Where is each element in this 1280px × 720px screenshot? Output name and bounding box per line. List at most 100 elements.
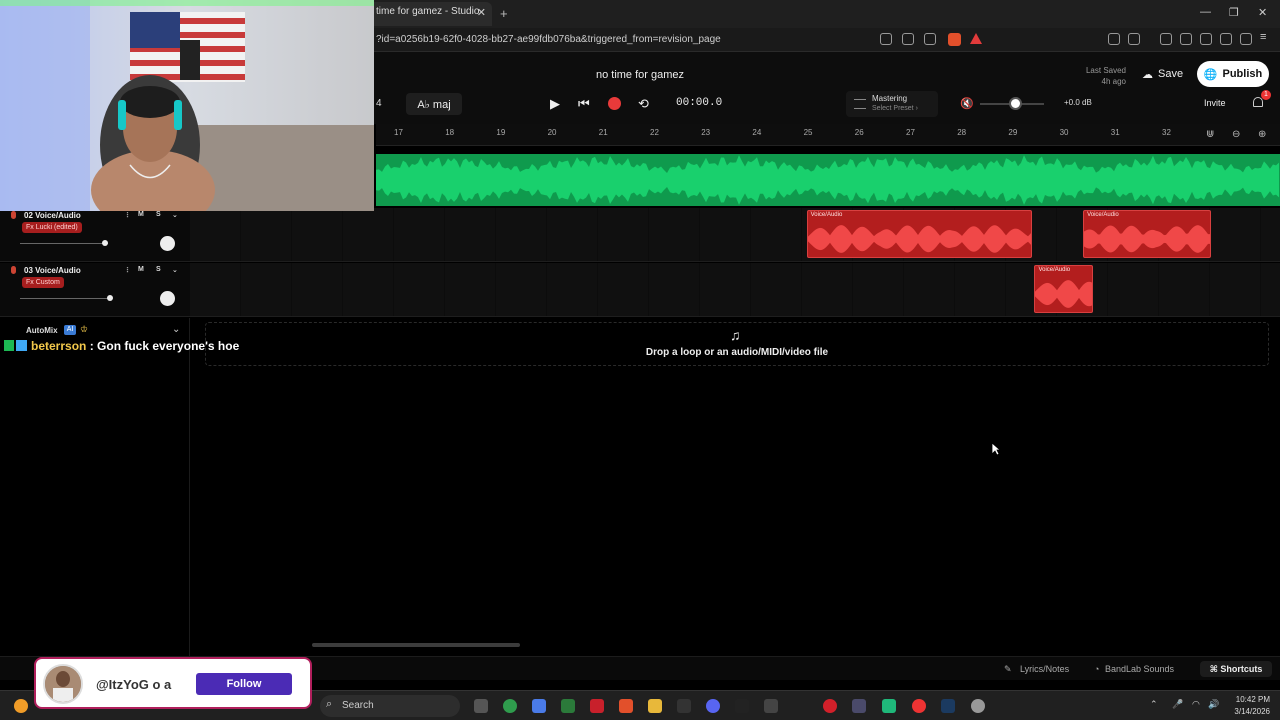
track-03-name[interactable]: 03 Voice/Audio [24, 266, 81, 275]
track-02-pan-knob[interactable] [160, 236, 175, 251]
settings-icon[interactable] [971, 699, 985, 713]
track-01-waveform[interactable] [376, 154, 1280, 206]
save-button[interactable]: ☁ Save [1136, 63, 1189, 85]
ruler-tick: 24 [752, 128, 762, 137]
copilot-icon[interactable] [532, 699, 546, 713]
chevron-down-icon[interactable]: ⌄ [172, 266, 178, 274]
extensions-icon[interactable] [1108, 33, 1120, 45]
sidebar-icon[interactable] [1180, 33, 1192, 45]
capcut-icon[interactable] [677, 699, 691, 713]
brave-icon[interactable] [619, 699, 633, 713]
track-03-solo[interactable]: S [156, 266, 161, 273]
microphone-icon[interactable]: 🎤 [1172, 699, 1183, 710]
task-view-icon[interactable] [474, 699, 488, 713]
skip-back-icon[interactable]: ⏮ [578, 96, 590, 112]
track-02-solo[interactable]: S [156, 211, 161, 218]
chevron-down-icon[interactable]: ⌄ [172, 211, 178, 219]
vpn-icon[interactable] [1240, 33, 1252, 45]
audio-clip[interactable]: Voice/Audio [1034, 265, 1094, 313]
chevron-down-icon[interactable]: ⌄ [172, 324, 180, 335]
clip-waveform [1035, 280, 1093, 308]
xbox-icon[interactable] [561, 699, 575, 713]
zoom-out-icon[interactable]: ⊖ [1232, 129, 1240, 140]
more-icon[interactable]: ⋮ [124, 211, 131, 219]
brave-rewards-icon[interactable] [970, 33, 982, 44]
track-02-name[interactable]: 02 Voice/Audio [24, 211, 81, 220]
track-03-fx[interactable]: Fx Custom [22, 277, 64, 288]
track-03-volume-slider[interactable] [20, 298, 108, 299]
mastering-button[interactable]: Mastering Select Preset › [846, 91, 938, 117]
master-volume-knob[interactable] [1009, 97, 1023, 110]
app-icon[interactable] [590, 699, 604, 713]
save-label: Save [1158, 68, 1184, 80]
minimize-button[interactable]: — [1200, 6, 1211, 18]
spotify-app-icon[interactable] [882, 699, 896, 713]
translate-icon[interactable] [880, 33, 892, 45]
keyboard-app-icon[interactable] [764, 699, 778, 713]
music-icon[interactable] [1160, 33, 1172, 45]
leo-ai-icon[interactable] [1220, 33, 1232, 45]
brave-shield-icon[interactable] [948, 33, 961, 46]
project-title[interactable]: no time for gamez [560, 69, 720, 81]
loop-icon[interactable]: ⟲ [638, 96, 649, 112]
url-text[interactable]: ?id=a0256b19-62f0-4028-bb27-ae99fdb076ba… [376, 34, 721, 45]
new-tab-button[interactable]: + [500, 6, 508, 21]
play-icon[interactable]: ▶ [550, 96, 560, 112]
audio-clip[interactable]: Voice/Audio [806, 210, 1032, 258]
track-02-volume-slider[interactable] [20, 243, 108, 244]
tab-close-icon[interactable]: ✕ [477, 6, 486, 19]
shortcuts-button[interactable]: ⌘ Shortcuts [1200, 661, 1272, 677]
chevron-up-icon[interactable]: ⌃ [1150, 699, 1158, 710]
track-02-volume-knob[interactable] [101, 240, 108, 246]
cast-icon[interactable] [902, 33, 914, 45]
follow-button[interactable]: Follow [196, 673, 292, 695]
magnet-icon[interactable]: ⋓ [1206, 129, 1214, 140]
taskbar-clock[interactable]: 10:42 PM 3/14/2026 [1226, 694, 1270, 718]
ruler-tick: 19 [496, 128, 506, 137]
track-02-lane[interactable]: Voice/Audio Voice/Audio [190, 208, 1280, 261]
publish-button[interactable]: 🌐 Publish [1197, 61, 1269, 87]
lyrics-notes-button[interactable]: Lyrics/Notes [1020, 664, 1069, 674]
discord-icon[interactable] [706, 699, 720, 713]
pencil-icon: ✎ [1004, 664, 1012, 674]
invite-button[interactable]: Invite [1204, 98, 1226, 108]
mastering-label: Mastering [872, 94, 908, 103]
track-03-lane[interactable]: Voice/Audio [190, 263, 1280, 316]
audio-app-icon[interactable] [735, 699, 749, 713]
chat-message: beterrson : Gon fuck everyone's hoe [4, 339, 239, 353]
menu-icon[interactable]: ≡ [1260, 31, 1272, 43]
timeline-ruler[interactable]: 17 18 19 20 21 22 23 24 25 26 27 28 29 30 31 32 ⋓ ⊖ ⊕ [376, 124, 1280, 146]
record-icon[interactable] [608, 97, 621, 110]
track-03-pan-knob[interactable] [160, 291, 175, 306]
opera-icon[interactable] [823, 699, 837, 713]
automix-label[interactable]: AutoMix [26, 326, 58, 335]
more-icon[interactable]: ⋮ [124, 266, 131, 274]
media-app-icon[interactable] [852, 699, 866, 713]
volume-mute-icon[interactable]: 🔇 [960, 97, 974, 110]
audio-clip[interactable]: Voice/Audio [1083, 210, 1212, 258]
wallet-icon[interactable] [1200, 33, 1212, 45]
weather-icon[interactable] [14, 699, 28, 713]
screenshot-icon[interactable] [1128, 33, 1140, 45]
file-explorer-icon[interactable] [648, 699, 662, 713]
taskbar-search[interactable]: ⌕ Search [320, 695, 460, 717]
share-icon[interactable] [924, 33, 936, 45]
steam-icon[interactable] [941, 699, 955, 713]
wifi-icon[interactable]: ◠ [1192, 699, 1200, 710]
track-03-mute[interactable]: M [138, 266, 144, 273]
notes-app-icon[interactable] [912, 699, 926, 713]
browser-tab[interactable]: time for gamez - Studio ✕ [368, 2, 492, 26]
horizontal-scrollbar[interactable] [312, 643, 520, 647]
bandlab-sounds-button[interactable]: BandLab Sounds [1105, 664, 1174, 674]
zoom-in-icon[interactable]: ⊕ [1258, 129, 1266, 140]
chat-badge-icon [4, 340, 14, 351]
close-window-button[interactable]: ✕ [1258, 6, 1267, 19]
track-03-volume-knob[interactable] [107, 295, 114, 301]
key-selector[interactable]: A♭ maj [406, 93, 462, 115]
maximize-button[interactable]: ❐ [1229, 6, 1239, 19]
speaker-icon[interactable]: 🔊 [1208, 699, 1219, 710]
track-02-fx[interactable]: Fx Lucki (edited) [22, 222, 82, 233]
track-02-mute[interactable]: M [138, 211, 144, 218]
chrome-icon[interactable] [503, 699, 517, 713]
bar-number[interactable]: 4 [376, 98, 382, 109]
